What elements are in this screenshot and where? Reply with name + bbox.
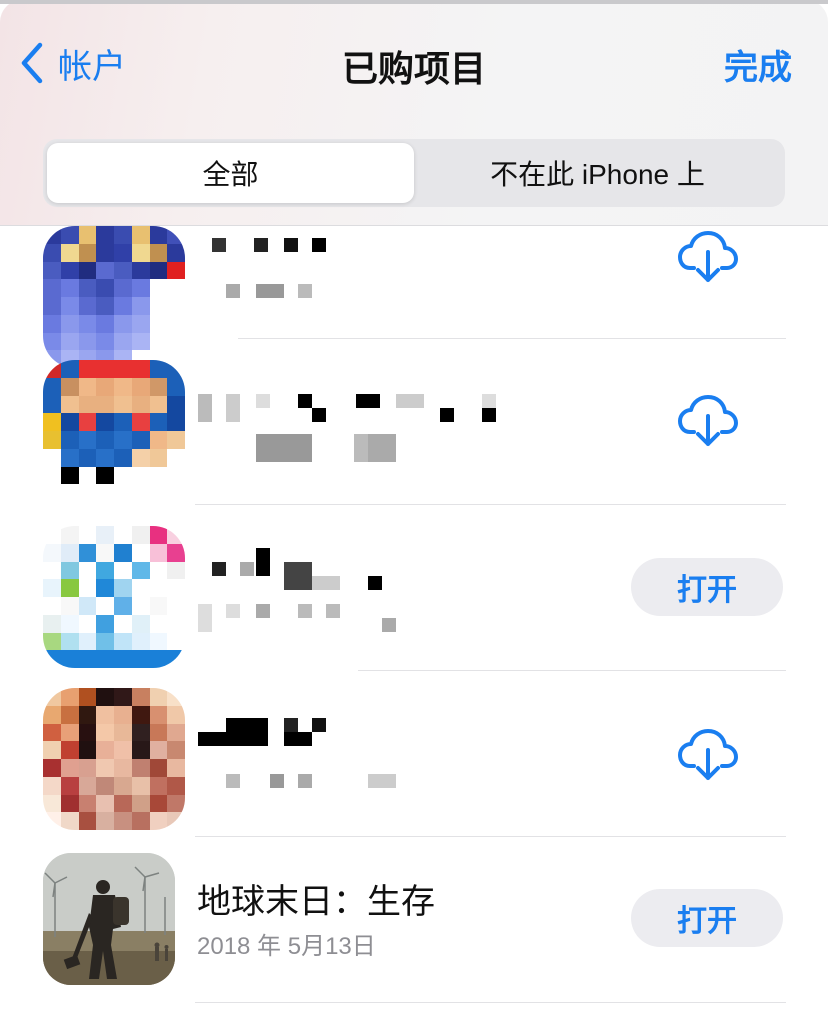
app-icon: [43, 360, 185, 502]
pixelated-icon-image: [43, 688, 185, 830]
pixelated-icon-image: [43, 526, 185, 668]
open-button[interactable]: 打开: [631, 889, 783, 947]
list-item[interactable]: [0, 338, 828, 505]
row-divider: [195, 1002, 786, 1003]
status-strip: [0, 0, 828, 4]
download-cloud-icon[interactable]: [678, 394, 738, 448]
segment-all[interactable]: 全部: [47, 143, 414, 203]
app-icon: [43, 688, 185, 830]
nav-header: 帐户 已购项目 完成 全部 不在此 iPhone 上: [0, 0, 828, 226]
download-cloud-icon[interactable]: [678, 230, 738, 284]
app-name: 地球末日：生存: [197, 883, 435, 921]
purchased-screen: 打开 地球末日：生存 2018 年 5月13日 打开 帐户 已购项目 完成 全部…: [0, 0, 828, 1016]
purchase-date: 2018 年 5月13日: [197, 933, 376, 960]
segmented-control: 全部 不在此 iPhone 上: [43, 139, 785, 207]
segment-not-on-iphone[interactable]: 不在此 iPhone 上: [414, 143, 781, 203]
app-icon: [43, 526, 185, 668]
list-item[interactable]: 打开: [0, 504, 828, 671]
page-title: 已购项目: [341, 48, 486, 89]
list-item[interactable]: [0, 670, 828, 837]
download-cloud-icon[interactable]: [678, 728, 738, 782]
done-button[interactable]: 完成: [724, 40, 792, 89]
open-button[interactable]: 打开: [631, 558, 783, 616]
survivor-game-icon: [43, 853, 175, 985]
pixelated-icon-image: [43, 360, 185, 502]
